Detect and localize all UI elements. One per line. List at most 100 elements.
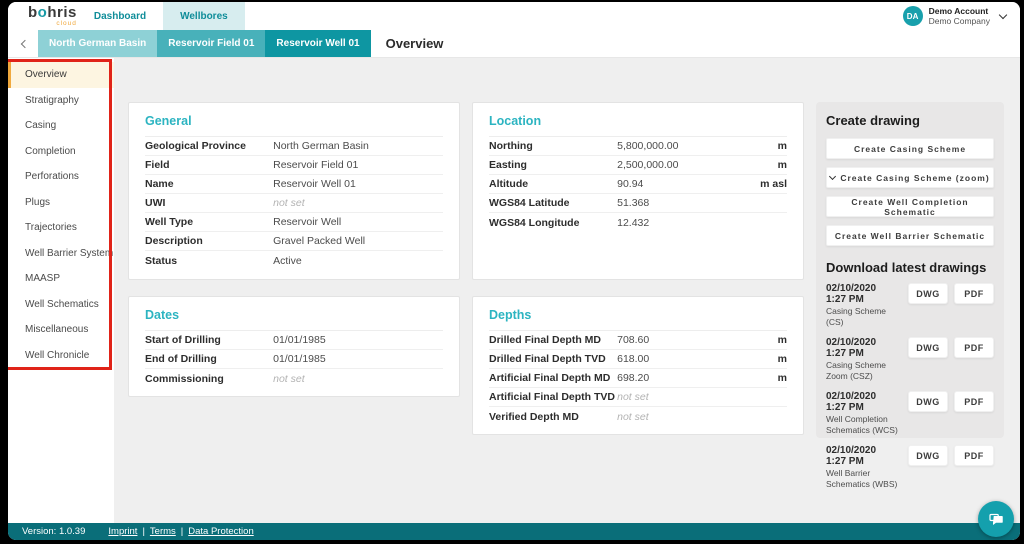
card-dates: Dates Start of Drilling01/01/1985 End of… (128, 296, 460, 397)
dwg-download-button[interactable]: DWG (908, 283, 948, 304)
logo-subtext: cloud (28, 21, 77, 28)
chevron-down-icon (829, 172, 836, 179)
terms-link[interactable]: Terms (150, 526, 176, 537)
location-row-wgs84-longitude: WGS84 Longitude12.432 (489, 213, 787, 232)
general-row-description: DescriptionGravel Packed Well (145, 232, 443, 251)
pdf-download-button[interactable]: PDF (954, 391, 994, 412)
sidebar: Overview Stratigraphy Casing Completion … (8, 58, 114, 523)
card-depths-title: Depths (489, 308, 787, 331)
bohris-logo: bohris cloud (28, 2, 77, 30)
dwg-download-button[interactable]: DWG (908, 337, 948, 358)
dwg-download-button[interactable]: DWG (908, 391, 948, 412)
pdf-download-button[interactable]: PDF (954, 337, 994, 358)
sidebar-item-completion[interactable]: Completion (8, 139, 114, 165)
card-location: Location Northing5,800,000.00m Easting2,… (472, 102, 804, 280)
nav-tab-wellbores[interactable]: Wellbores (163, 2, 245, 30)
create-casing-scheme-button[interactable]: Create Casing Scheme (826, 138, 994, 159)
breadcrumb-tab-well[interactable]: Reservoir Well 01 (265, 30, 370, 57)
download-item-casing-scheme: 02/10/2020 1:27 PMCasing Scheme (CS) DWG… (826, 283, 994, 328)
general-row-geological-province: Geological ProvinceNorth German Basin (145, 137, 443, 156)
avatar: DA (903, 6, 923, 26)
general-row-well-type: Well TypeReservoir Well (145, 213, 443, 232)
back-button[interactable] (8, 30, 38, 57)
breadcrumb-bar: North German Basin Reservoir Field 01 Re… (8, 30, 1020, 58)
sidebar-item-miscellaneous[interactable]: Miscellaneous (8, 317, 114, 343)
sidebar-item-well-schematics[interactable]: Well Schematics (8, 292, 114, 318)
dates-row-start-of-drilling: Start of Drilling01/01/1985 (145, 331, 443, 350)
card-general-title: General (145, 114, 443, 137)
create-well-barrier-schematic-button[interactable]: Create Well Barrier Schematic (826, 225, 994, 246)
card-location-title: Location (489, 114, 787, 137)
nav-tab-dashboard[interactable]: Dashboard (77, 2, 163, 30)
header-spacer (245, 2, 903, 30)
app-window: bohris cloud Dashboard Wellbores DA Demo… (8, 2, 1020, 540)
drawing-timestamp: 02/10/2020 1:27 PM (826, 337, 898, 359)
chevron-left-icon (20, 39, 28, 47)
chevron-down-icon (999, 10, 1007, 18)
depths-row-drilled-md: Drilled Final Depth MD708.60m (489, 331, 787, 350)
drawing-name: Well Barrier Schematics (WBS) (826, 468, 898, 490)
pdf-download-button[interactable]: PDF (954, 283, 994, 304)
chat-icon (987, 510, 1005, 528)
link-separator: | (181, 526, 183, 537)
version-label: Version: 1.0.39 (22, 526, 85, 537)
general-row-status: StatusActive (145, 251, 443, 270)
location-row-wgs84-latitude: WGS84 Latitude51.368 (489, 194, 787, 213)
data-protection-link[interactable]: Data Protection (188, 526, 253, 537)
breadcrumb-tab-basin[interactable]: North German Basin (38, 30, 157, 57)
sidebar-item-overview[interactable]: Overview (8, 62, 114, 88)
dates-row-end-of-drilling: End of Drilling01/01/1985 (145, 350, 443, 369)
column-right: Location Northing5,800,000.00m Easting2,… (472, 102, 804, 523)
sidebar-item-perforations[interactable]: Perforations (8, 164, 114, 190)
create-casing-scheme-zoom-button[interactable]: Create Casing Scheme (zoom) (826, 167, 994, 188)
drawing-name: Casing Scheme Zoom (CSZ) (826, 360, 898, 382)
sidebar-item-maasp[interactable]: MAASP (8, 266, 114, 292)
content-area: Overview Stratigraphy Casing Completion … (8, 58, 1020, 523)
create-well-completion-schematic-button[interactable]: Create Well Completion Schematic (826, 196, 994, 217)
account-menu[interactable]: DA Demo Account Demo Company (903, 2, 1020, 30)
drawings-panel: Create drawing Create Casing Scheme Crea… (816, 102, 1004, 438)
logo-text: bohris (28, 5, 77, 20)
create-drawing-title: Create drawing (826, 113, 994, 128)
download-item-well-completion: 02/10/2020 1:27 PMWell Completion Schema… (826, 391, 994, 436)
footer: Version: 1.0.39 Imprint | Terms | Data P… (8, 523, 1020, 540)
drawing-timestamp: 02/10/2020 1:27 PM (826, 391, 898, 413)
main-panel: General Geological ProvinceNorth German … (114, 58, 1020, 523)
chat-button[interactable] (978, 501, 1014, 537)
pdf-download-button[interactable]: PDF (954, 445, 994, 466)
location-row-easting: Easting2,500,000.00m (489, 156, 787, 175)
general-row-uwi: UWInot set (145, 194, 443, 213)
depths-row-drilled-tvd: Drilled Final Depth TVD618.00m (489, 350, 787, 369)
download-drawings-title: Download latest drawings (826, 260, 994, 275)
sidebar-item-well-barrier-system[interactable]: Well Barrier System (8, 241, 114, 267)
drawing-timestamp: 02/10/2020 1:27 PM (826, 445, 898, 467)
column-left: General Geological ProvinceNorth German … (128, 102, 460, 523)
general-row-name: NameReservoir Well 01 (145, 175, 443, 194)
breadcrumb-tab-field[interactable]: Reservoir Field 01 (157, 30, 265, 57)
sidebar-item-trajectories[interactable]: Trajectories (8, 215, 114, 241)
sidebar-item-plugs[interactable]: Plugs (8, 190, 114, 216)
account-name: Demo Account (929, 6, 990, 16)
page-title: Overview (386, 30, 444, 57)
drawing-timestamp: 02/10/2020 1:27 PM (826, 283, 898, 305)
card-depths: Depths Drilled Final Depth MD708.60m Dri… (472, 296, 804, 435)
general-row-field: FieldReservoir Field 01 (145, 156, 443, 175)
app-header: bohris cloud Dashboard Wellbores DA Demo… (8, 2, 1020, 30)
card-general: General Geological ProvinceNorth German … (128, 102, 460, 280)
download-item-casing-scheme-zoom: 02/10/2020 1:27 PMCasing Scheme Zoom (CS… (826, 337, 994, 382)
location-row-northing: Northing5,800,000.00m (489, 137, 787, 156)
location-row-altitude: Altitude90.94m asl (489, 175, 787, 194)
drawing-name: Well Completion Schematics (WCS) (826, 414, 898, 436)
card-dates-title: Dates (145, 308, 443, 331)
link-separator: | (142, 526, 144, 537)
depths-row-verified-md: Verified Depth MDnot set (489, 407, 787, 426)
sidebar-item-casing[interactable]: Casing (8, 113, 114, 139)
download-item-well-barrier: 02/10/2020 1:27 PMWell Barrier Schematic… (826, 445, 994, 490)
sidebar-item-stratigraphy[interactable]: Stratigraphy (8, 88, 114, 114)
imprint-link[interactable]: Imprint (108, 526, 137, 537)
dwg-download-button[interactable]: DWG (908, 445, 948, 466)
drawing-name: Casing Scheme (CS) (826, 306, 898, 328)
account-text: Demo Account Demo Company (929, 6, 990, 26)
dates-row-commissioning: Commissioningnot set (145, 369, 443, 388)
sidebar-item-well-chronicle[interactable]: Well Chronicle (8, 343, 114, 369)
